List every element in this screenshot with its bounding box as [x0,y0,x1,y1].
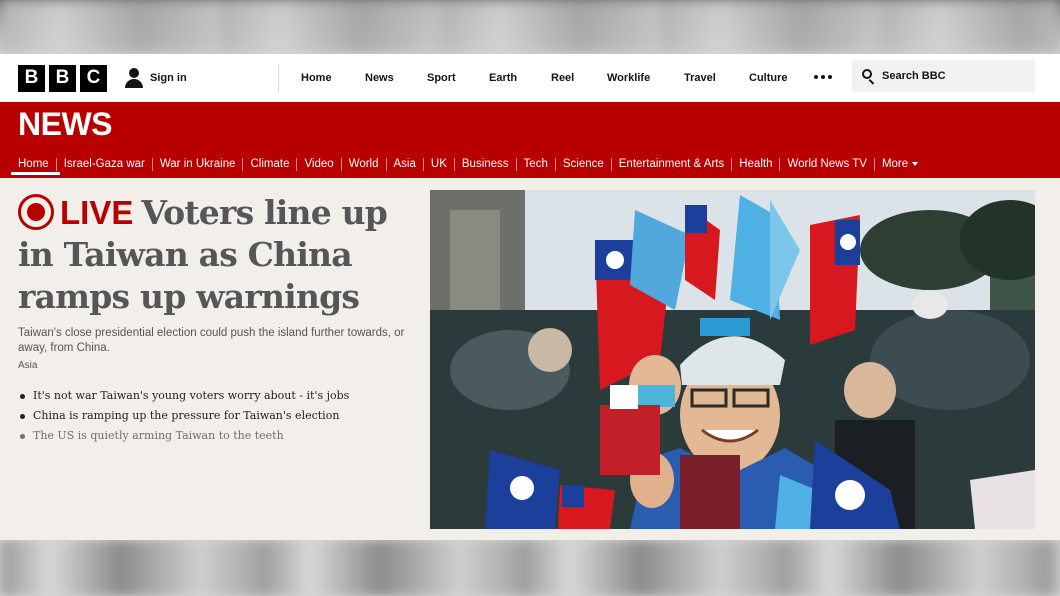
active-tab-indicator [11,172,60,175]
bbc-logo[interactable]: B B C [18,64,107,92]
bbc-logo-block: B [18,64,45,92]
story-tag[interactable]: Asia [18,360,37,371]
bbc-news-page: B B C Sign in Home News Sport Earth Reel… [0,54,1060,540]
bbc-top-bar: B B C Sign in Home News Sport Earth Reel… [0,54,1060,102]
news-nav-entertainment[interactable]: Entertainment & Arts [612,158,731,170]
news-nav-more[interactable]: More [875,158,925,170]
news-nav-israel-gaza[interactable]: Israel-Gaza war [57,158,152,170]
news-nav-health[interactable]: Health [732,158,779,170]
bbc-logo-block: B [49,64,76,92]
nav-sport[interactable]: Sport [427,72,456,84]
nav-divider [278,64,279,92]
news-nav-climate[interactable]: Climate [243,158,296,170]
news-nav-more-label: More [881,158,909,170]
news-wordmark[interactable]: NEWS [18,106,113,143]
news-nav-ukraine[interactable]: War in Ukraine [153,158,243,170]
live-icon [18,194,54,230]
related-links: It's not war Taiwan's young voters worry… [20,386,349,446]
sign-in-link[interactable]: Sign in [124,68,187,88]
news-nav-world[interactable]: World [342,158,386,170]
news-nav-world-news-tv[interactable]: World News TV [780,158,873,170]
more-dots-icon[interactable] [814,75,832,79]
bbc-logo-block: C [80,64,107,92]
user-icon [124,68,144,88]
nav-earth[interactable]: Earth [489,72,517,84]
nav-home[interactable]: Home [301,72,332,84]
story-headline[interactable]: LIVE Voters line up in Taiwan as China ra… [18,192,418,318]
search-bbc-box[interactable]: Search BBC [852,60,1035,92]
news-nav-uk[interactable]: UK [424,158,454,170]
related-link[interactable]: China is ramping up the pressure for Tai… [20,406,349,426]
news-nav-home[interactable]: Home [0,158,56,170]
nav-worklife[interactable]: Worklife [607,72,650,84]
news-nav-video[interactable]: Video [297,158,340,170]
search-icon [862,69,876,85]
live-label: LIVE [60,194,134,231]
story-summary: Taiwan's close presidential election cou… [18,327,405,354]
nav-news[interactable]: News [365,72,394,84]
related-link[interactable]: The US is quietly arming Taiwan to the t… [20,426,349,446]
search-placeholder: Search BBC [882,70,946,82]
news-section-nav: Home Israel-Gaza war War in Ukraine Clim… [0,154,925,174]
news-nav-tech[interactable]: Tech [517,158,555,170]
taiwan-rally-illustration [430,190,1035,529]
blurred-backdrop-top [0,0,1060,54]
blurred-backdrop-bottom [0,540,1060,596]
nav-culture[interactable]: Culture [749,72,788,84]
news-nav-asia[interactable]: Asia [387,158,423,170]
caret-down-icon [912,161,919,166]
sign-in-label: Sign in [150,72,187,84]
top-story: LIVE Voters line up in Taiwan as China ra… [0,178,1060,540]
related-link[interactable]: It's not war Taiwan's young voters worry… [20,386,349,406]
news-header: NEWS Home Israel-Gaza war War in Ukraine… [0,102,1060,178]
nav-travel[interactable]: Travel [684,72,716,84]
news-nav-science[interactable]: Science [556,158,611,170]
story-photo[interactable] [430,190,1035,529]
news-nav-business[interactable]: Business [455,158,516,170]
nav-reel[interactable]: Reel [551,72,574,84]
